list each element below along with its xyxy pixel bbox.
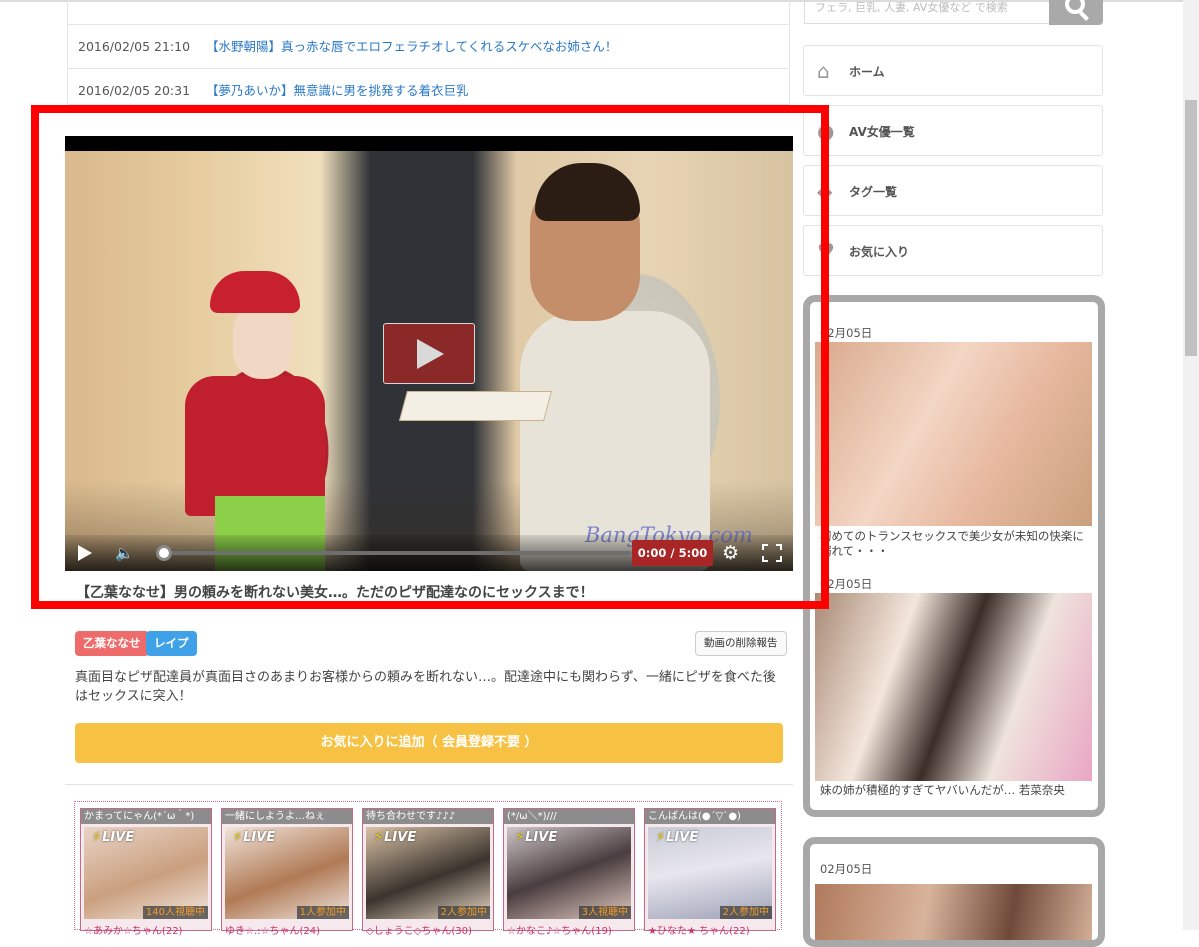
live-badge: LIVE [92, 830, 134, 845]
live-badge: LIVE [374, 830, 416, 845]
play-icon[interactable] [78, 545, 92, 561]
big-play-button[interactable] [383, 323, 475, 384]
progress-track[interactable] [163, 551, 631, 555]
ranking-thumbnail[interactable] [815, 884, 1092, 940]
live-badge: LIVE [515, 830, 557, 845]
person-icon: ● [817, 119, 835, 143]
nav-label: タグ一覧 [849, 185, 898, 199]
live-card-title: こんばんは(●´▽`●) [645, 809, 775, 824]
live-card[interactable]: 待ち合わせです♪♪♪ LIVE 2人参加中 ◇しょうこ◇ちゃん(30) [362, 808, 494, 937]
home-icon: ⌂ [817, 59, 830, 83]
live-viewer-count: 1人参加中 [296, 906, 349, 919]
list-item[interactable]: 2016/02/05 21:10 【水野朝陽】真っ赤な唇でエロフェラチオしてくれ… [67, 25, 790, 69]
live-viewer-count: 2人参加中 [719, 906, 772, 919]
video-title: 【乙葉ななせ】男の頼みを断れない美女…。ただのピザ配達なのにセックスまで！ [76, 585, 594, 601]
tag-icon: ◆ [817, 179, 833, 203]
live-thumbnail[interactable]: LIVE 2人参加中 [648, 827, 772, 919]
add-favorite-button[interactable]: お気に入りに追加（ 会員登録不要 ） [75, 723, 783, 763]
scene-girl-hat [210, 271, 300, 313]
ranking-date: 02月05日 [820, 862, 873, 876]
nav-label: AV女優一覧 [849, 125, 915, 139]
live-card[interactable]: かまってにゃん(*´ω｀*) LIVE 140人視聴中 ☆あみか☆ちゃん(22) [80, 808, 212, 937]
nav-home[interactable]: ⌂ ホーム [803, 45, 1103, 96]
ranking-thumbnail[interactable] [815, 342, 1092, 526]
live-card-title: 一緒にしようよ…ねぇ [222, 809, 352, 824]
live-card[interactable]: こんばんは(●´▽`●) LIVE 2人参加中 ★ひなた★ ちゃん(22) [644, 808, 776, 937]
ranking-thumbnail[interactable] [815, 593, 1092, 781]
search-button[interactable] [1049, 0, 1103, 25]
live-badge: LIVE [233, 830, 275, 845]
list-item[interactable]: 2016/02/05 20:31 【夢乃あいか】無意識に男を挑発する着衣巨乳 [67, 69, 790, 105]
post-link[interactable]: 【水野朝陽】真っ赤な唇でエロフェラチオしてくれるスケベなお姉さん！ [206, 39, 617, 54]
ranking-box: 02月05日 初めてのトランスセックスで美少女が未知の快楽に溺れて・・・ 02月… [803, 295, 1105, 817]
live-viewer-count: 2人参加中 [437, 906, 490, 919]
ranking-date: 02月05日 [820, 326, 873, 340]
nav-label: ホーム [849, 65, 885, 79]
tag-actress[interactable]: 乙葉ななせ [75, 631, 149, 656]
heart-icon: ♥ [817, 239, 835, 263]
divider [65, 784, 793, 785]
nav-actresses[interactable]: ● AV女優一覧 [803, 105, 1103, 156]
live-thumbnail[interactable]: LIVE 140人視聴中 [84, 827, 208, 919]
live-viewer-count: 3人視聴中 [578, 906, 631, 919]
tag-category[interactable]: レイプ [146, 631, 197, 656]
nav-tags[interactable]: ◆ タグ一覧 [803, 165, 1103, 216]
post-date: 2016/02/05 20:31 [78, 83, 191, 98]
scene-man-hair [535, 163, 640, 221]
post-date: 2016/02/05 21:10 [78, 39, 191, 54]
live-chat-banner: かまってにゃん(*´ω｀*) LIVE 140人視聴中 ☆あみか☆ちゃん(22)… [74, 801, 782, 937]
live-card[interactable]: 一緒にしようよ…ねぇ LIVE 1人参加中 ゆき☆.:☆ちゃん(24) [221, 808, 353, 937]
volume-icon[interactable]: 🔈 [115, 544, 134, 562]
ranking-date: 02月05日 [820, 577, 873, 591]
gear-icon[interactable]: ⚙ [722, 541, 739, 565]
nav-favorites[interactable]: ♥ お気に入り [803, 225, 1103, 276]
nav-label: お気に入り [849, 245, 910, 259]
scrollbar-thumb[interactable] [1185, 100, 1197, 356]
ranking-box: 02月05日 [803, 837, 1105, 947]
post-description: 真面目なピザ配達員が真面目さのあまりお客様からの頼みを断れない…。配達途中にも関… [75, 670, 776, 704]
live-thumbnail[interactable]: LIVE 2人参加中 [366, 827, 490, 919]
live-card[interactable]: (*/ω＼*)/// LIVE 3人視聴中 ☆かなこ♪☆ちゃん(19) [503, 808, 635, 937]
recent-posts-list: 2016/02/05 21:10 【水野朝陽】真っ赤な唇でエロフェラチオしてくれ… [67, 0, 790, 105]
search-input[interactable]: フェラ, 巨乳, 人妻, AV女優など で検索 [804, 0, 1050, 24]
post-link[interactable]: 【夢乃あいか】無意識に男を挑発する着衣巨乳 [206, 83, 469, 98]
search-icon-handle [1079, 11, 1089, 21]
live-card-title: かまってにゃん(*´ω｀*) [81, 809, 211, 824]
post-meta [76, 604, 782, 618]
live-thumbnail[interactable]: LIVE 1人参加中 [225, 827, 349, 919]
list-item[interactable] [67, 0, 790, 25]
video-player[interactable]: BangTokyo.com 🔈 0:00 / 5:00 ⚙ [65, 136, 793, 571]
live-card-title: 待ち合わせです♪♪♪ [363, 809, 493, 824]
video-controls: 🔈 0:00 / 5:00 ⚙ [65, 535, 793, 571]
report-button[interactable]: 動画の削除報告 [695, 631, 787, 656]
live-viewer-count: 140人視聴中 [142, 906, 208, 919]
live-card-title: (*/ω＼*)/// [504, 809, 634, 824]
scene-girl [185, 376, 325, 516]
scene-pizza-box [398, 391, 553, 421]
ranking-caption[interactable]: 妹の姉が積極的すぎてヤバいんだが… 若菜奈央 [820, 783, 1090, 798]
live-badge: LIVE [656, 830, 698, 845]
progress-knob[interactable] [156, 545, 172, 561]
fullscreen-icon[interactable] [762, 544, 782, 562]
time-display: 0:00 / 5:00 [632, 540, 713, 566]
ranking-caption[interactable]: 初めてのトランスセックスで美少女が未知の快楽に溺れて・・・ [820, 529, 1090, 559]
live-thumbnail[interactable]: LIVE 3人視聴中 [507, 827, 631, 919]
